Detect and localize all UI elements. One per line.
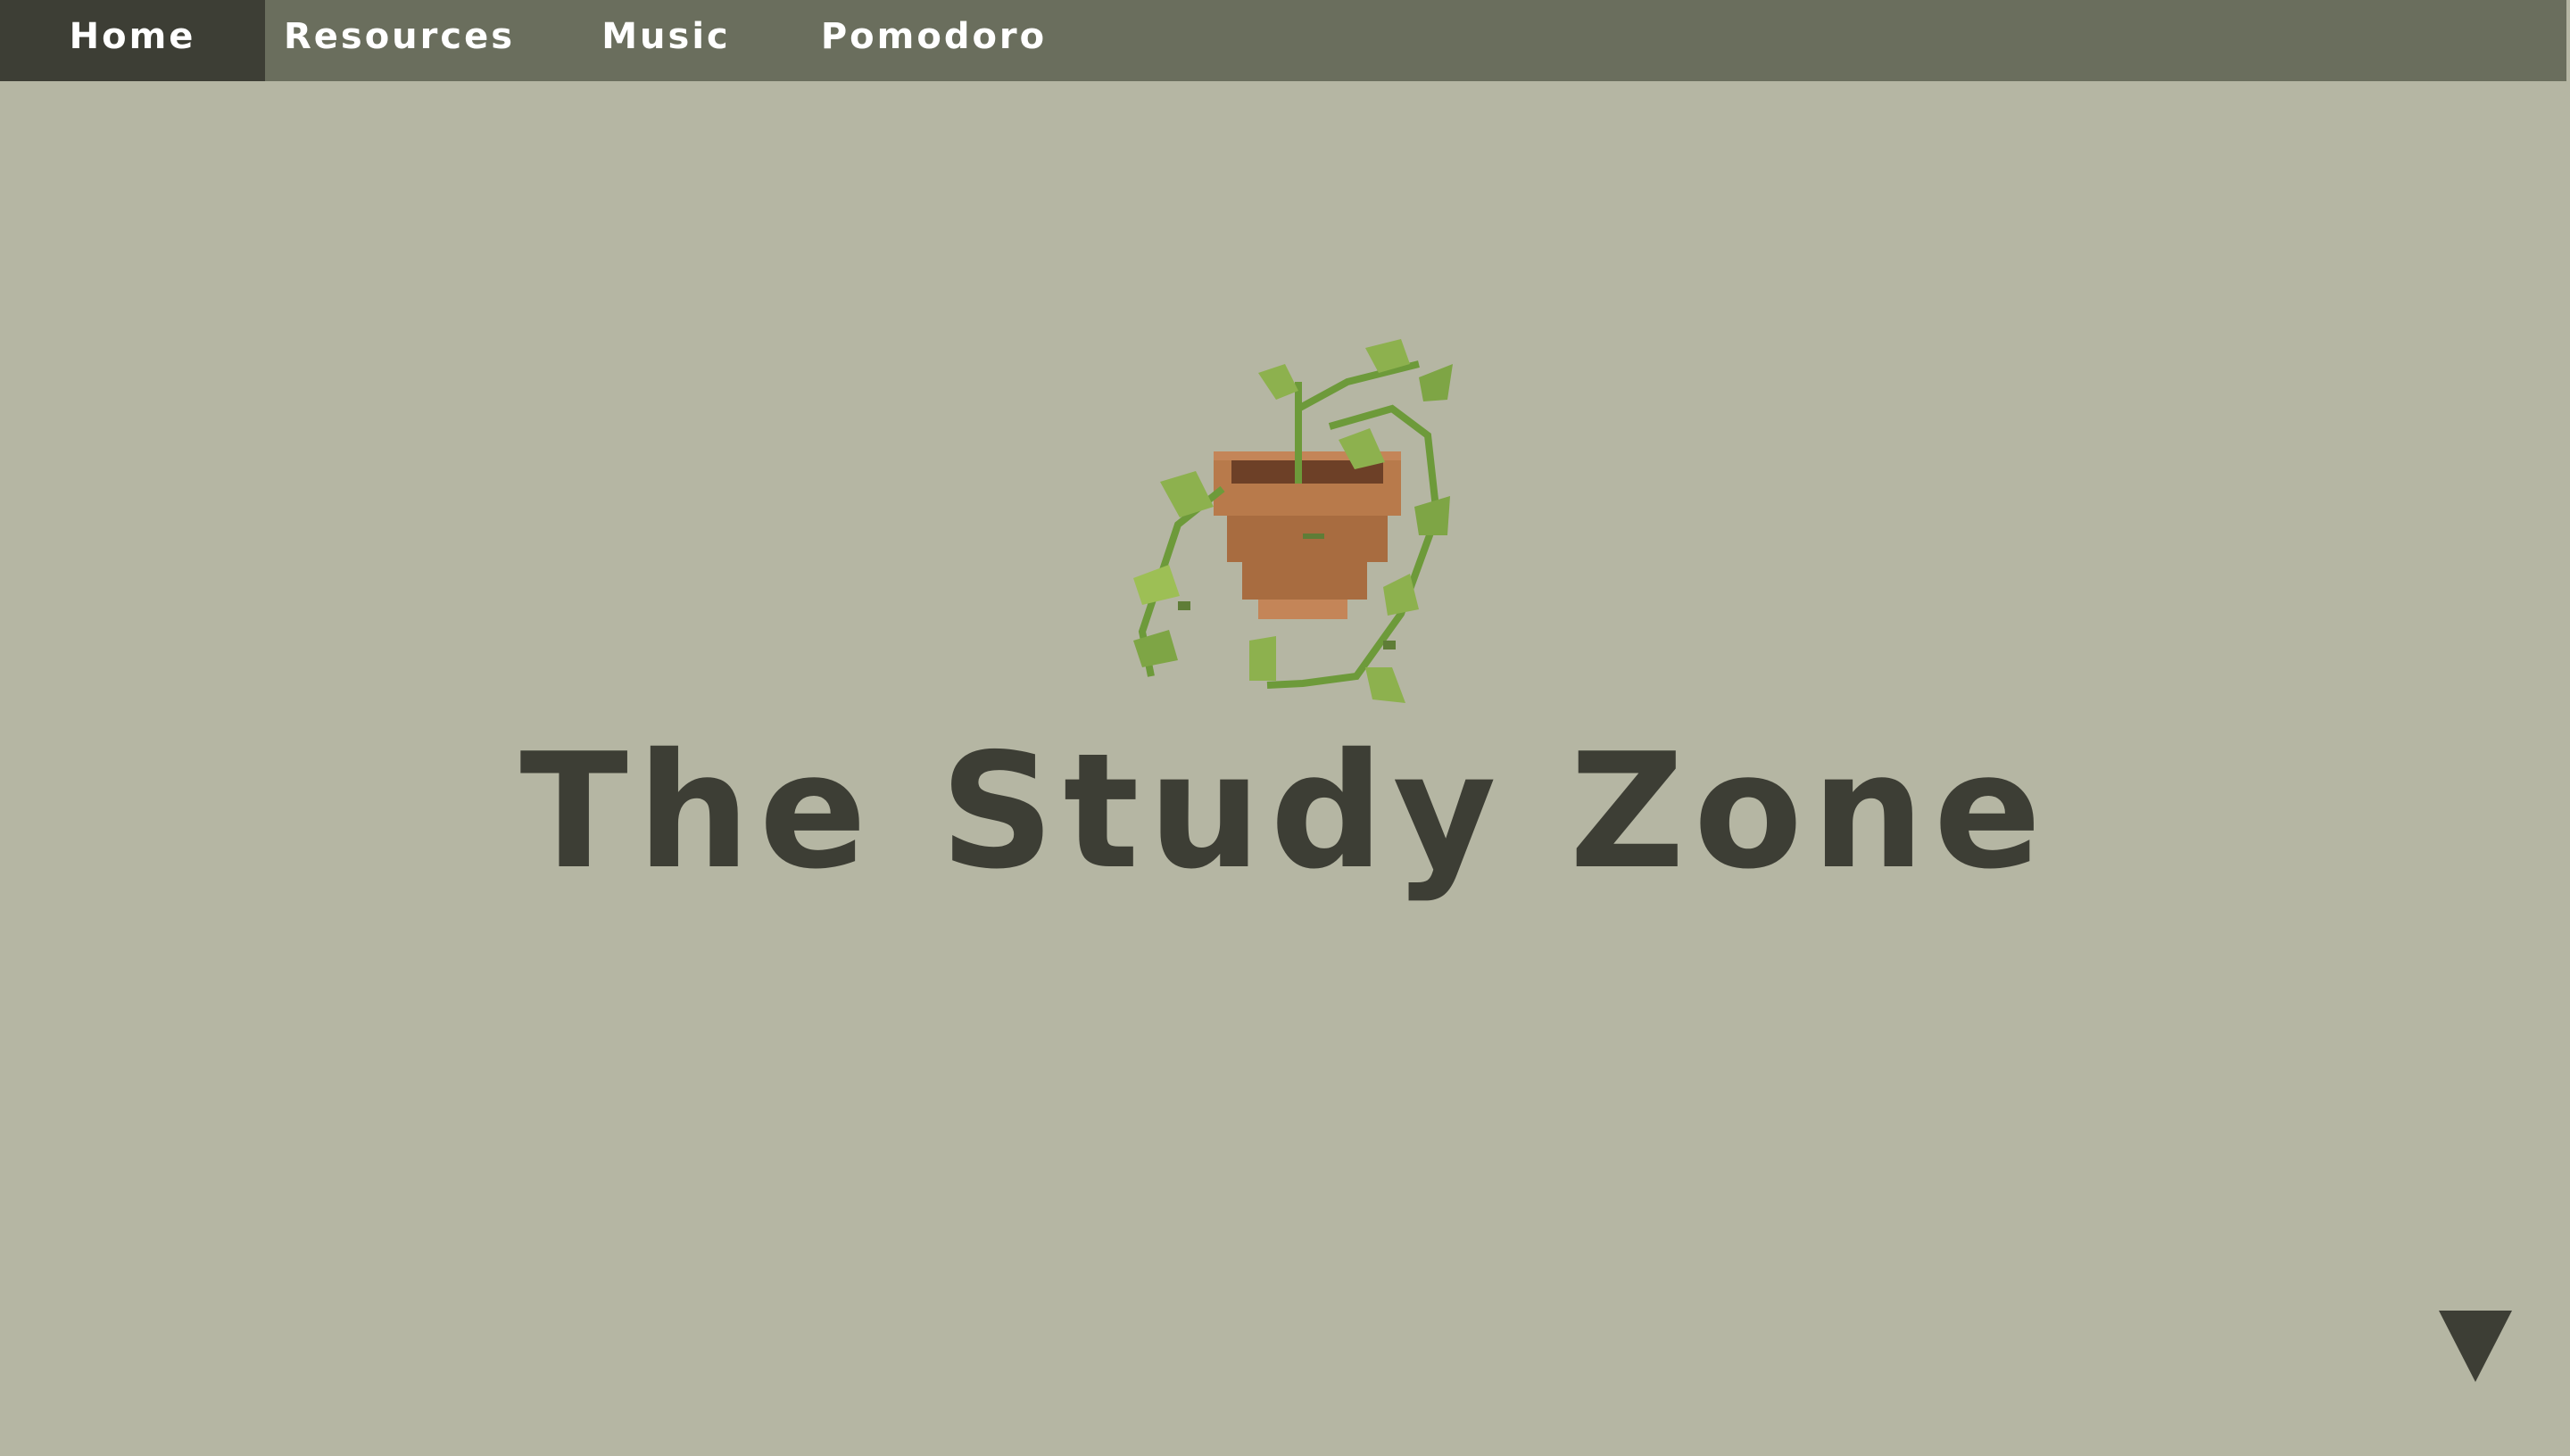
nav-music[interactable]: Music [534,0,799,81]
triangle-down-icon[interactable] [2439,1309,2512,1382]
nav-pomodoro[interactable]: Pomodoro [799,0,1069,81]
site-title: The Study Zone [519,719,2051,904]
potted-vine-plant-icon [1133,339,1453,703]
top-nav: Home Resources Music Pomodoro [0,0,2566,81]
nav-resources[interactable]: Resources [265,0,534,81]
nav-home[interactable]: Home [0,0,265,81]
